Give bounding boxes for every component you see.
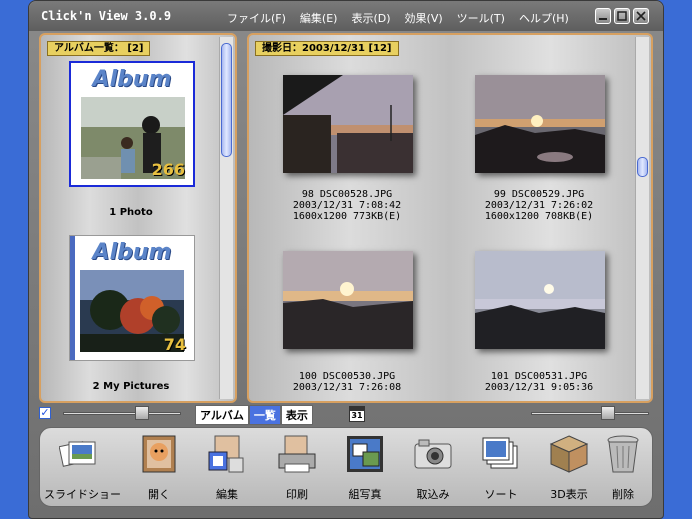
photo-caption: 99 DSC00529.JPG 2003/12/31 7:26:02 1600x… — [459, 189, 619, 222]
maximize-button[interactable] — [614, 8, 630, 24]
album-title: Album — [92, 67, 172, 92]
tab-display[interactable]: 表示 — [280, 405, 313, 425]
maximize-icon — [617, 11, 627, 21]
collage-icon — [347, 436, 383, 472]
photo-thumbnail[interactable] — [475, 251, 605, 349]
zoom-slider-track[interactable] — [63, 412, 181, 415]
print-label: 印刷 — [286, 488, 308, 501]
calendar-icon[interactable]: 31 — [349, 406, 365, 422]
sort-label: ソート — [484, 488, 518, 501]
zoom-slider-knob[interactable] — [135, 406, 149, 420]
photo-thumbnail[interactable] — [283, 251, 413, 349]
import-button[interactable]: 取込み — [398, 434, 468, 504]
photo-grid-header: 撮影日：2003/12/31 [12] — [255, 41, 399, 56]
photo-size: 1600x1200 708KB(E) — [484, 211, 594, 222]
close-button[interactable] — [633, 8, 649, 24]
trash-icon — [607, 435, 639, 473]
menu-help[interactable]: ヘルプ(H) — [519, 10, 569, 26]
collage-button[interactable]: 組写真 — [330, 434, 400, 504]
import-label: 取込み — [416, 488, 450, 501]
sort-icon — [482, 437, 518, 469]
photo-datetime: 2003/12/31 7:08:42 — [292, 200, 402, 211]
photo-caption: 101 DSC00531.JPG 2003/12/31 9:05:36 — [459, 371, 619, 393]
photo-filename: 98 DSC00528.JPG — [301, 189, 393, 200]
size-slider-knob[interactable] — [601, 406, 615, 420]
edit-icon — [208, 435, 244, 473]
photo-thumbnail[interactable] — [475, 75, 605, 173]
minimize-icon — [599, 18, 607, 20]
photo-filename: 99 DSC00529.JPG — [493, 189, 585, 200]
delete-label: 削除 — [612, 488, 634, 501]
collage-label: 組写真 — [348, 488, 382, 501]
edit-button[interactable]: 編集 — [192, 434, 262, 504]
photo-filename: 101 DSC00531.JPG — [490, 371, 588, 382]
album-card[interactable]: Album 266 — [69, 61, 195, 187]
photo-caption: 100 DSC00530.JPG 2003/12/31 7:26:08 — [267, 371, 427, 393]
scrollbar-thumb[interactable] — [221, 43, 232, 157]
album-card[interactable]: Album 74 — [69, 235, 195, 361]
album-list-scrollbar[interactable] — [219, 37, 233, 399]
size-slider-track[interactable] — [531, 412, 649, 415]
photo-filename: 100 DSC00530.JPG — [298, 371, 396, 382]
menu-edit[interactable]: 編集(E) — [300, 10, 338, 26]
camera-icon — [414, 439, 452, 469]
app-window: Click'n View 3.0.9 ファイル(F) 編集(E) 表示(D) 効… — [28, 0, 664, 519]
menu-tools[interactable]: ツール(T) — [457, 10, 505, 26]
slideshow-icon — [59, 441, 96, 467]
close-icon — [636, 11, 646, 21]
scrollbar-thumb[interactable] — [637, 157, 648, 177]
photo-datetime: 2003/12/31 9:05:36 — [484, 382, 594, 393]
menu-bar: ファイル(F) 編集(E) 表示(D) 効果(V) ツール(T) ヘルプ(H) — [227, 10, 583, 26]
app-title: Click'n View 3.0.9 — [41, 9, 172, 23]
album-list-panel: アルバム一覧： [2] Album 266 1 Photo Album 74 2… — [39, 33, 237, 403]
delete-button[interactable]: 削除 — [588, 434, 658, 504]
menu-file[interactable]: ファイル(F) — [227, 10, 286, 26]
album-caption: 2 My Pictures — [92, 381, 170, 392]
tab-list[interactable]: 一覧 — [248, 405, 281, 425]
album-photo-count: 74 — [163, 335, 186, 354]
photo-datetime: 2003/12/31 7:26:08 — [292, 382, 402, 393]
show-info-checkbox[interactable]: ✓ — [39, 407, 51, 419]
minimize-button[interactable] — [595, 8, 611, 24]
calendar-day: 31 — [351, 411, 363, 420]
view-mode-tabs: アルバム 一覧 表示 — [195, 405, 313, 425]
edit-label: 編集 — [216, 488, 238, 501]
slideshow-label: スライドショー — [44, 488, 121, 501]
open-label: 開く — [148, 488, 170, 501]
photo-size: 1600x1200 773KB(E) — [292, 211, 402, 222]
print-button[interactable]: 印刷 — [262, 434, 332, 504]
window-controls — [595, 8, 649, 24]
album-photo-count: 266 — [151, 160, 185, 179]
album-list-header: アルバム一覧： [2] — [47, 41, 151, 56]
photo-grid-scrollbar[interactable] — [635, 37, 649, 399]
menu-view[interactable]: 表示(D) — [351, 10, 390, 26]
control-bar: ✓ アルバム 一覧 表示 31 — [39, 405, 653, 425]
photo-grid-panel: 撮影日：2003/12/31 [12] 98 DSC00528.JPG 2003… — [247, 33, 653, 403]
title-bar[interactable]: Click'n View 3.0.9 ファイル(F) 編集(E) 表示(D) 効… — [29, 1, 663, 31]
cube-icon — [549, 435, 589, 473]
slideshow-button[interactable]: スライドショー — [44, 434, 121, 504]
tab-album[interactable]: アルバム — [195, 405, 249, 425]
photo-datetime: 2003/12/31 7:26:02 — [484, 200, 594, 211]
bottom-toolbar: スライドショー 開く 編集 印刷 組写真 取込み ソート 3D表示 削除 — [39, 427, 653, 507]
photo-caption: 98 DSC00528.JPG 2003/12/31 7:08:42 1600x… — [267, 189, 427, 222]
menu-effect[interactable]: 効果(V) — [405, 10, 443, 26]
sort-button[interactable]: ソート — [466, 434, 536, 504]
open-button[interactable]: 開く — [124, 434, 194, 504]
print-icon — [278, 435, 316, 473]
open-icon — [142, 435, 176, 473]
photo-thumbnail[interactable] — [283, 75, 413, 173]
album-caption: 1 Photo — [109, 207, 153, 218]
album-title: Album — [92, 240, 172, 265]
